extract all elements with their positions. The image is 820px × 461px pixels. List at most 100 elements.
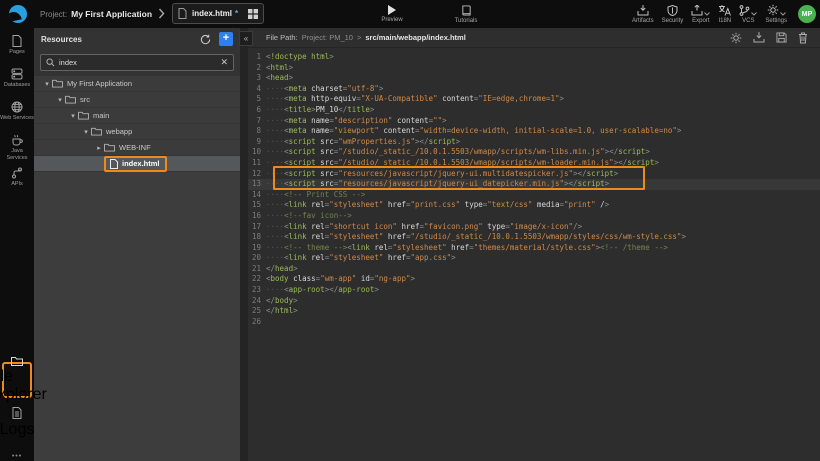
tree-item[interactable]: index.html (34, 156, 240, 172)
sidebar-item-java-services[interactable]: Java Services (0, 127, 34, 160)
code-line[interactable]: ····<title>PM_10</title> (266, 105, 820, 116)
i18n-button[interactable]: I18N (718, 0, 731, 28)
user-avatar[interactable]: MP (798, 5, 816, 23)
code-line[interactable]: ····<app-root></app-root> (266, 285, 820, 296)
search-input[interactable]: index ✕ (40, 54, 234, 71)
code-area[interactable]: 1234567891011121314151617181920212223242… (248, 48, 820, 461)
code-line[interactable]: ····<meta http-equiv="X-UA-Compatible" c… (266, 94, 820, 105)
code-line[interactable] (266, 317, 820, 328)
artifacts-button[interactable]: Artifacts (632, 0, 654, 28)
tree-caret-icon[interactable]: ▾ (42, 80, 52, 88)
sidebar-item-file-explorer[interactable]: File Explorer (2, 362, 32, 398)
code-line[interactable]: ····<script src="resources/javascript/jq… (266, 179, 820, 190)
sidebar-more-dots[interactable]: ••• (0, 453, 34, 460)
sidebar-item-web-services[interactable]: Web Services (0, 94, 34, 127)
tree-item[interactable]: ▾ src (34, 92, 240, 108)
project-breadcrumb: Project: My First Application (40, 0, 152, 28)
tree-item-label: My First Application (67, 79, 132, 88)
sidebar-item-databases[interactable]: Databases (0, 61, 34, 94)
tree-caret-icon[interactable]: ▸ (94, 144, 104, 152)
code-line[interactable]: ····<!-- theme --><link rel="stylesheet"… (266, 243, 820, 254)
tutorials-button[interactable]: Tutorials (448, 0, 484, 28)
i18n-translate-icon (718, 5, 731, 16)
vcs-caret-icon (751, 12, 757, 16)
resources-header: Resources + (34, 28, 240, 50)
security-shield-icon (667, 5, 678, 16)
topbar-right-icons: Artifacts Security Export I18N (632, 0, 816, 28)
code-line[interactable]: <head> (266, 73, 820, 84)
folder-icon (91, 127, 102, 136)
tab-filename: index.html (192, 9, 232, 18)
code-line[interactable]: ····<script src="wmProperties.js"></scri… (266, 137, 820, 148)
download-file-icon[interactable] (753, 32, 765, 43)
artifacts-download-icon (637, 5, 649, 16)
tree-item[interactable]: ▾ My First Application (34, 76, 240, 92)
code-line[interactable]: ····<meta name="viewport" content="width… (266, 126, 820, 137)
code-line[interactable]: ····<script src="resources/javascript/jq… (266, 169, 820, 180)
code-line[interactable]: </head> (266, 264, 820, 275)
wavemaker-logo-icon[interactable] (9, 5, 27, 23)
code-line[interactable]: </html> (266, 306, 820, 317)
tree-caret-icon[interactable]: ▾ (55, 96, 65, 104)
tree-caret-icon[interactable]: ▾ (68, 112, 78, 120)
resources-panel: Resources + index ✕ ▾My First Applicatio… (34, 28, 240, 461)
save-file-icon[interactable] (776, 32, 787, 43)
folder-icon (11, 356, 23, 366)
file-path-arrow: > (357, 33, 361, 42)
export-button[interactable]: Export (691, 0, 710, 28)
play-icon (388, 5, 396, 15)
tree-item[interactable]: ▾ webapp (34, 124, 240, 140)
tree-item-label: WEB-INF (119, 143, 151, 152)
file-path-project: Project: PM_10 (302, 33, 353, 42)
settings-button[interactable]: Settings (765, 0, 787, 28)
code-line[interactable]: ····<meta name="description" content=""> (266, 116, 820, 127)
code-line[interactable]: ····<!-- Print CSS --> (266, 190, 820, 201)
code-line[interactable]: ····<!--fav icon--> (266, 211, 820, 222)
tree-item[interactable]: ▸ WEB-INF (34, 140, 240, 156)
code-line[interactable]: </body> (266, 296, 820, 307)
sidebar-item-pages[interactable]: Pages (0, 28, 34, 61)
tree-item-label: src (80, 95, 90, 104)
code-line[interactable]: <html> (266, 63, 820, 74)
folder-icon (52, 79, 63, 88)
tree-item-label: index.html (122, 159, 160, 168)
code-editor: File Path: Project: PM_10 > src/main/web… (248, 28, 820, 461)
code-line[interactable]: ····<link rel="shortcut icon" href="favi… (266, 222, 820, 233)
folder-icon (78, 111, 89, 120)
security-button[interactable]: Security (662, 0, 684, 28)
clear-search-icon[interactable]: ✕ (220, 57, 228, 68)
line-number-gutter: 1234567891011121314151617181920212223242… (248, 52, 261, 327)
code-line[interactable]: ····<link rel="stylesheet" href="print.c… (266, 200, 820, 211)
web-services-globe-icon (11, 101, 23, 113)
file-path-value: src/main/webapp/index.html (365, 33, 465, 42)
code-line[interactable]: ····<script src="/studio/_static_/10.0.1… (266, 158, 820, 169)
tree-item-label: main (93, 111, 109, 120)
code-line[interactable]: ····<link rel="stylesheet" href="/studio… (266, 232, 820, 243)
preview-button[interactable]: Preview (374, 0, 410, 28)
tree-caret-icon[interactable]: ▾ (81, 128, 91, 136)
code-line[interactable]: <body class="wm-app" id="ng-app"> (266, 274, 820, 285)
editor-settings-gear-icon[interactable] (730, 32, 742, 44)
code-lines: <!doctype html><html><head>····<meta cha… (266, 52, 820, 327)
top-bar: Project: My First Application index.html… (0, 0, 820, 28)
tree-highlight-box: index.html (104, 156, 167, 172)
code-line[interactable]: ····<script src="/studio/_static_/10.0.1… (266, 147, 820, 158)
tree-item[interactable]: ▾ main (34, 108, 240, 124)
delete-file-icon[interactable] (798, 32, 808, 44)
grid-layout-icon[interactable] (248, 9, 258, 19)
refresh-icon[interactable] (200, 34, 211, 45)
code-line[interactable]: ····<meta charset="utf-8"> (266, 84, 820, 95)
sidebar-item-logs[interactable]: Logs (0, 406, 34, 439)
open-file-tab[interactable]: index.html * (172, 3, 264, 24)
collapse-panel-button[interactable]: « (239, 31, 253, 46)
resources-search-row: index ✕ (34, 50, 240, 76)
tree-item-label: webapp (106, 127, 132, 136)
panel-divider[interactable] (240, 28, 248, 461)
vcs-button[interactable]: VCS (739, 0, 757, 28)
code-line[interactable]: ····<link rel="stylesheet" href="app.css… (266, 253, 820, 264)
sidebar-item-apis[interactable]: APIs (0, 160, 34, 193)
folder-icon (65, 95, 76, 104)
code-line[interactable]: <!doctype html> (266, 52, 820, 63)
project-name[interactable]: My First Application (71, 9, 152, 19)
add-resource-button[interactable]: + (219, 32, 233, 46)
